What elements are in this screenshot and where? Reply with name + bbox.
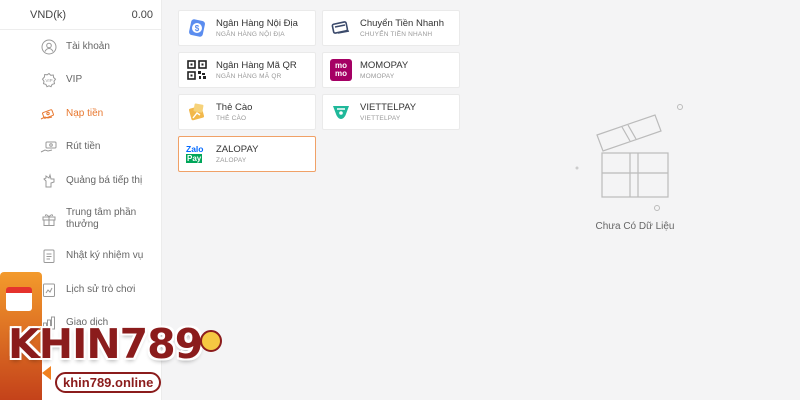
momo-icon: mo mo: [330, 59, 352, 81]
empty-state-text: Chưa Có Dữ Liệu: [595, 221, 675, 232]
svg-text:$: $: [195, 24, 200, 33]
method-subtitle: NGÂN HÀNG NỘI ĐỊA: [216, 30, 285, 38]
local-bank-icon: $: [186, 17, 208, 39]
method-subtitle: CHUYỂN TIỀN NHANH: [360, 30, 433, 38]
method-name: ZALOPAY: [216, 143, 259, 155]
method-name: MOMOPAY: [360, 59, 409, 71]
deposit-icon: [40, 105, 58, 123]
method-subtitle: ZALOPAY: [216, 156, 247, 164]
sidebar-item-label: Rút tiền: [66, 141, 101, 153]
zalopay-icon: Zalo Pay: [186, 143, 208, 165]
zalopay-logo-text: Zalo: [186, 144, 204, 154]
method-subtitle: VIETTELPAY: [360, 114, 401, 122]
method-subtitle: NGÂN HÀNG MÃ QR: [216, 72, 282, 80]
sidebar-item-label: Tài khoản: [66, 40, 110, 52]
balance-amount: 0.00: [131, 8, 153, 21]
withdraw-icon: [40, 138, 58, 156]
sidebar-item-rewards[interactable]: Trung tâm phần thưởng: [0, 198, 161, 240]
method-scratch-card[interactable]: Thẻ Cào THẺ CÀO: [178, 94, 316, 130]
viettelpay-icon: [330, 101, 352, 123]
vip-icon: VIP: [40, 71, 58, 89]
method-fast-transfer[interactable]: Chuyển Tiền Nhanh CHUYỂN TIỀN NHANH: [322, 10, 460, 46]
method-name: Thẻ Cào: [216, 101, 253, 113]
history-icon: [40, 281, 58, 299]
calendar-icon[interactable]: [6, 287, 32, 311]
momo-logo-text: mo: [335, 69, 347, 78]
method-name: Chuyển Tiền Nhanh: [360, 17, 444, 29]
ball-icon: [200, 330, 222, 352]
empty-box-illustration: [575, 104, 683, 211]
svg-text:VIP: VIP: [45, 78, 52, 83]
sidebar-item-promote[interactable]: Quảng bá tiếp thị: [0, 164, 161, 198]
qr-code-icon: [186, 59, 208, 81]
sidebar-item-label: Nhật ký nhiệm vụ: [66, 250, 144, 262]
sidebar-item-label: Nạp tiền: [66, 107, 104, 119]
method-momopay[interactable]: mo mo MOMOPAY MOMOPAY: [322, 52, 460, 88]
fast-transfer-icon: [330, 17, 352, 39]
sidebar-item-task-log[interactable]: Nhật ký nhiệm vụ: [0, 240, 161, 274]
method-subtitle: THẺ CÀO: [216, 114, 247, 122]
sidebar-item-label: Quảng bá tiếp thị: [66, 174, 143, 186]
zalopay-logo-text: Pay: [186, 154, 203, 163]
method-name: Ngân Hàng Nội Địa: [216, 17, 298, 29]
sidebar-item-label: VIP: [66, 74, 83, 86]
tasklog-icon: [40, 247, 58, 265]
method-subtitle: MOMOPAY: [360, 72, 395, 80]
brand-watermark: KHIN789: [8, 320, 203, 368]
user-icon: [40, 38, 58, 56]
sidebar-item-account[interactable]: Tài khoản: [0, 30, 161, 64]
method-name: Ngân Hàng Mã QR: [216, 59, 297, 71]
scratch-card-icon: [186, 101, 208, 123]
brand-url: khin789.online: [55, 372, 162, 393]
balance-bar: VND(k) 0.00: [0, 0, 161, 30]
gift-icon: [40, 210, 58, 228]
sidebar-item-label: Trung tâm phần thưởng: [66, 206, 137, 230]
balance-currency: VND(k): [30, 8, 67, 21]
method-name: VIETTELPAY: [360, 101, 417, 113]
sidebar-item-deposit[interactable]: Nạp tiền: [0, 97, 161, 131]
sidebar-item-label: Lịch sử trò chơi: [66, 283, 136, 295]
sidebar-item-withdraw[interactable]: Rút tiền: [0, 131, 161, 165]
sidebar-item-vip[interactable]: VIP VIP: [0, 64, 161, 98]
method-viettelpay[interactable]: VIETTELPAY VIETTELPAY: [322, 94, 460, 130]
collapse-arrow-icon[interactable]: [42, 366, 51, 380]
promote-icon: [40, 172, 58, 190]
method-local-bank[interactable]: $ Ngân Hàng Nội Địa NGÂN HÀNG NỘI ĐỊA: [178, 10, 316, 46]
method-qr-bank[interactable]: Ngân Hàng Mã QR NGÂN HÀNG MÃ QR: [178, 52, 316, 88]
method-zalopay[interactable]: Zalo Pay ZALOPAY ZALOPAY: [178, 136, 316, 172]
